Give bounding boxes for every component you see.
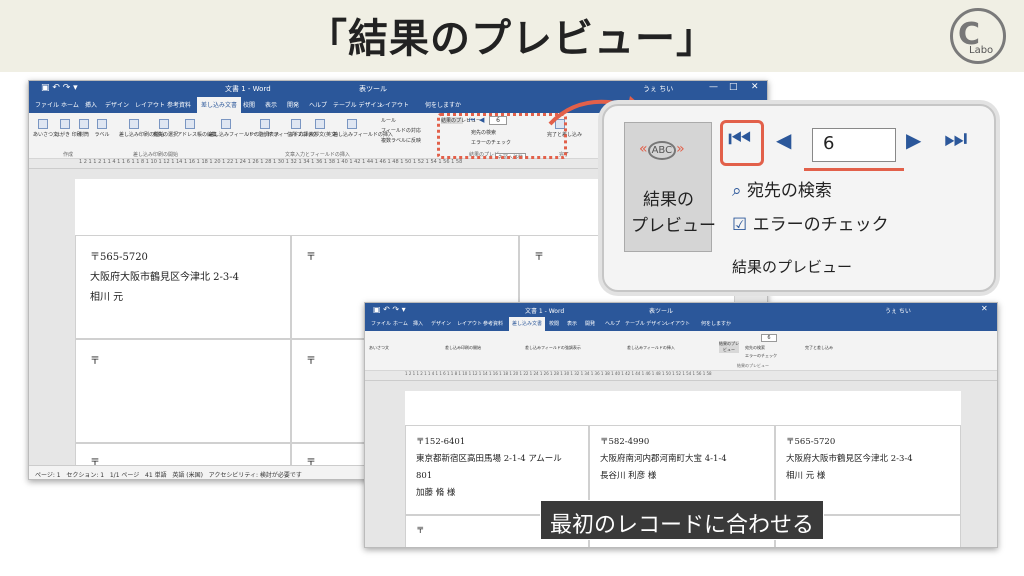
tab-mailings[interactable]: 差し込み文書 xyxy=(197,97,242,113)
address-block-button[interactable]: 住所ブロック xyxy=(287,119,317,138)
start-merge-button[interactable]: 差し込み印刷の開始 xyxy=(119,119,164,138)
rules-button[interactable]: ルール xyxy=(381,117,396,124)
ribbon-tabs: ファイル ホーム 挿入 デザイン レイアウト 参考資料 差し込み文書 校閲 表示… xyxy=(365,317,997,331)
match-fields-button[interactable]: フィールドの対応 xyxy=(381,127,421,134)
close-icon[interactable]: ✕ xyxy=(751,82,759,92)
postcard-button[interactable]: はがき 印刷 xyxy=(55,119,82,138)
title-banner: 「結果のプレビュー」 C Labo xyxy=(0,0,1024,72)
group-label: 結果のプレビュー xyxy=(732,258,853,276)
maximize-icon[interactable]: □ xyxy=(729,82,738,92)
tab-layout[interactable]: レイアウト xyxy=(135,100,165,109)
preview-results-button[interactable]: 結果のプレビュー xyxy=(719,341,739,353)
label-button[interactable]: ラベル xyxy=(93,119,111,138)
highlight-fields-button[interactable]: 差し込みフィールドの強調表示 xyxy=(209,119,279,138)
last-record-icon[interactable]: ⏭ xyxy=(944,124,967,155)
edit-list-button[interactable]: アドレス帳の編集 xyxy=(177,119,217,138)
title-bar: ▣ ↶ ↷ ▾ 文書 1 - Word 表ツール うぇ ちい ✕ xyxy=(365,303,997,317)
tab-references[interactable]: 参考資料 xyxy=(167,100,191,109)
envelope-button[interactable]: 封筒 xyxy=(75,119,93,138)
tab-help[interactable]: ヘルプ xyxy=(309,100,327,109)
label-cell: 〒565-5720 大阪府大阪市鶴見区今津北 2-3-4 相川 元 xyxy=(75,235,291,339)
tab-review[interactable]: 校閲 xyxy=(243,100,255,109)
zoom-callout: «ABC» 結果の プレビュー ⏮ ◀ 6 ▶ ⏭ ⌕ 宛先の検索 ☑ エラーの… xyxy=(602,104,996,292)
check-errors-button[interactable]: ☑ エラーのチェック xyxy=(732,210,889,235)
preview-results-button-large[interactable]: «ABC» 結果の プレビュー xyxy=(624,122,716,252)
close-icon[interactable]: ✕ xyxy=(981,304,988,313)
record-input[interactable]: 6 xyxy=(761,334,777,342)
minimize-icon[interactable]: — xyxy=(709,82,718,92)
caption: 最初のレコードに合わせる xyxy=(540,500,824,540)
ruler: 1 2 1 1 2 1 1 4 1 1 6 1 1 8 1 10 1 12 1 … xyxy=(365,371,997,381)
page-title: 「結果のプレビュー」 xyxy=(307,16,717,62)
greeting-button[interactable]: あいさつ文 xyxy=(33,119,58,138)
select-recipients-button[interactable]: 宛先の選択 xyxy=(153,119,178,138)
insert-field-button[interactable]: 差し込みフィールドの挿入 xyxy=(333,119,393,138)
next-record-icon[interactable]: ▶ xyxy=(906,128,921,152)
search-icon: ⌕ xyxy=(732,181,742,201)
check-icon: ☑ xyxy=(732,215,748,235)
tab-home[interactable]: ホーム xyxy=(61,100,79,109)
abc-magnifier-icon: «ABC» xyxy=(639,141,685,160)
tab-table-design[interactable]: テーブル デザイン xyxy=(333,100,383,109)
tab-developer[interactable]: 開発 xyxy=(287,100,299,109)
tell-me[interactable]: 何をしますか xyxy=(425,100,461,109)
tab-file[interactable]: ファイル xyxy=(35,100,59,109)
tab-insert[interactable]: 挿入 xyxy=(85,100,97,109)
greeting-line-button[interactable]: 挨拶文(英文) xyxy=(309,119,338,138)
ribbon: あいさつ文 差し込み印刷の開始 差し込みフィールドの強調表示 差し込みフィールド… xyxy=(365,331,997,371)
tab-view[interactable]: 表示 xyxy=(265,100,277,109)
tab-design[interactable]: デザイン xyxy=(105,100,129,109)
update-labels-button[interactable]: 複数ラベルに反映 xyxy=(381,137,421,144)
first-record-icon[interactable]: ⏮ xyxy=(728,124,751,155)
logo: C Labo xyxy=(950,8,1006,64)
prev-record-icon[interactable]: ◀ xyxy=(776,128,791,152)
barcode-button[interactable]: バーコード フィールドの挿入 xyxy=(247,119,314,138)
find-recipient-button[interactable]: ⌕ 宛先の検索 xyxy=(732,176,832,201)
record-number-input[interactable]: 6 xyxy=(812,128,896,162)
tab-table-layout[interactable]: レイアウト xyxy=(379,100,409,109)
label-cell: 〒 xyxy=(75,339,291,443)
